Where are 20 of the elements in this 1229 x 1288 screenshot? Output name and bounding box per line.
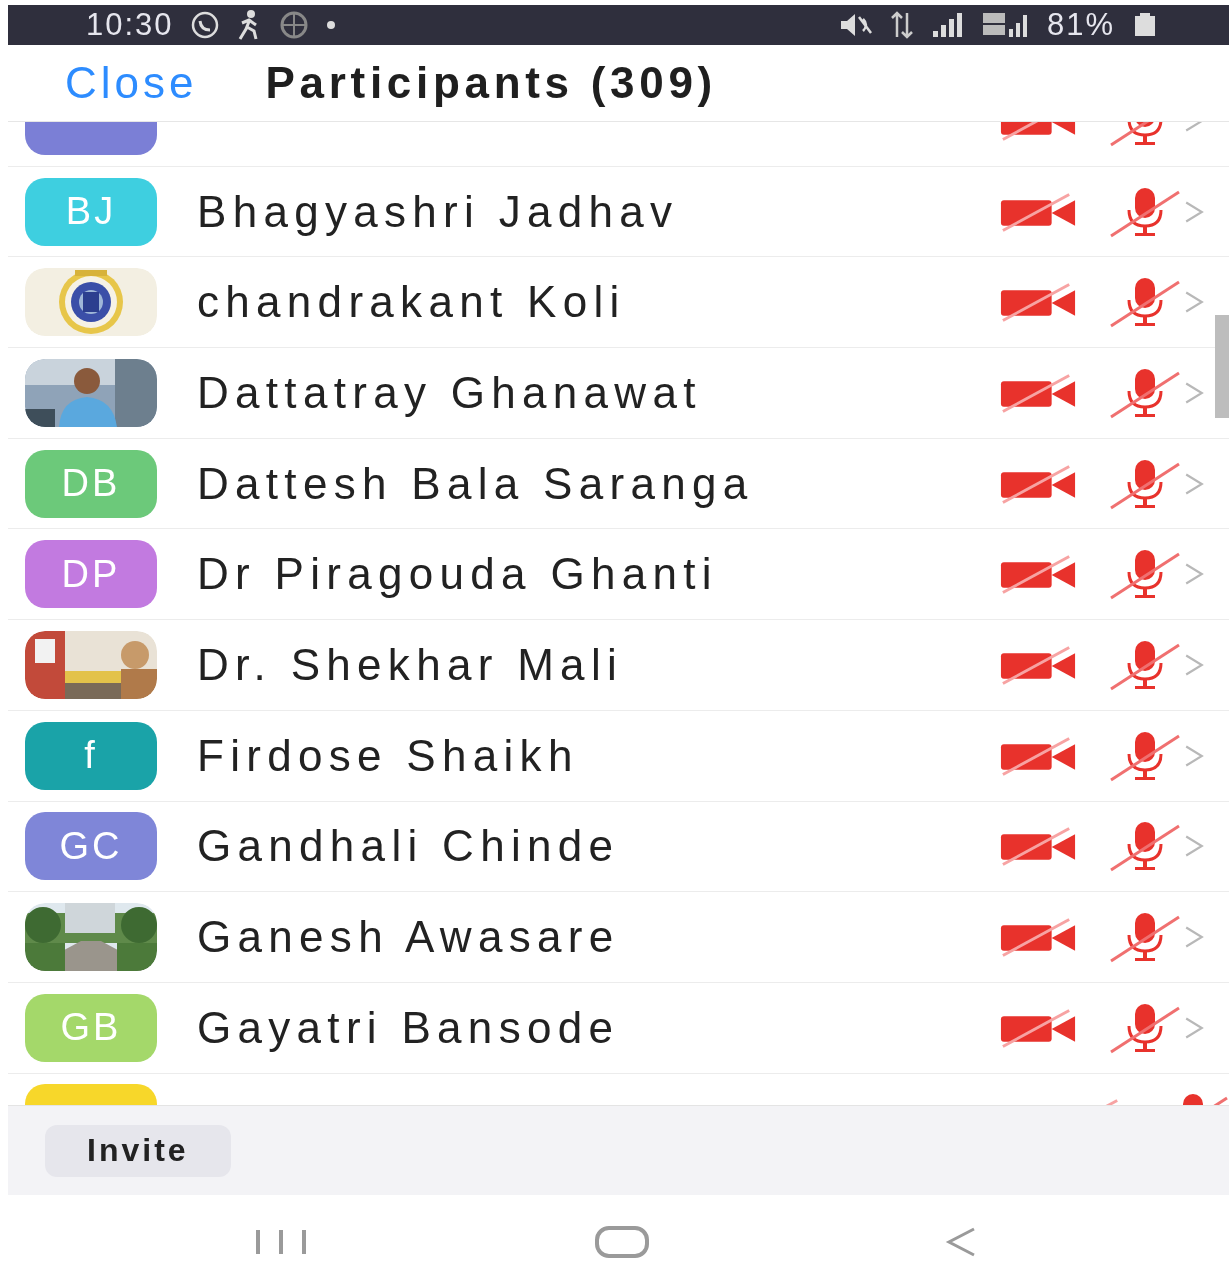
participant-name: Dr Piragouda Ghanti	[197, 549, 719, 600]
participants-title: Participants (309)	[265, 58, 717, 108]
participant-name: Gandhali Chinde	[197, 821, 621, 872]
avatar: GC	[25, 812, 157, 881]
participant-name: Dattatray Ghanawat	[197, 367, 703, 418]
invite-button[interactable]: Invite	[45, 1124, 231, 1177]
participant-name: Gayatri Bansode	[197, 1002, 621, 1053]
participant-name: chandrakant Koli	[197, 277, 627, 328]
clock: 10:30	[86, 7, 174, 43]
participant-name: Bhagyashri Jadhav	[197, 186, 680, 237]
avatar: BJ	[25, 177, 157, 246]
participant-name: Ganesh Awasare	[197, 912, 621, 963]
avatar: DB	[25, 449, 157, 518]
avatar: DP	[25, 540, 157, 609]
participant-name: Dattesh Bala Saranga	[197, 458, 755, 509]
avatar: f	[25, 721, 157, 790]
participant-name: Dr. Shekhar Mali	[197, 639, 625, 690]
battery-level: 81%	[1046, 7, 1115, 43]
avatar: GB	[25, 993, 157, 1062]
participant-name: Firdose Shaikh	[197, 730, 580, 781]
